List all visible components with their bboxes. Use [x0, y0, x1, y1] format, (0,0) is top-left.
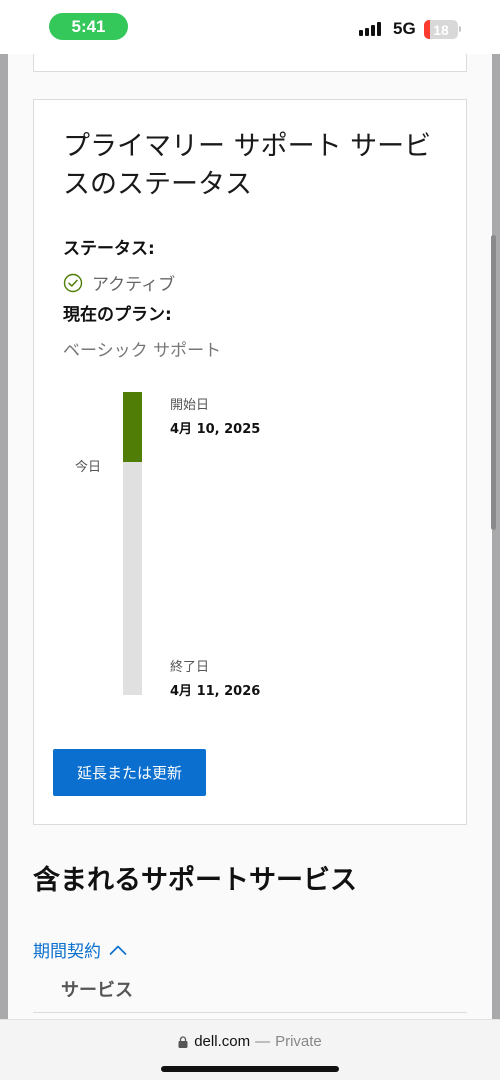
support-status-card: プライマリー サポート サービスのステータス ステータス: アクティブ 現在のプ… [33, 99, 467, 825]
term-contract-accordion[interactable]: 期間契約 [33, 937, 127, 962]
previous-card [33, 54, 467, 72]
url-domain: dell.com [194, 1033, 251, 1050]
divider [33, 1012, 467, 1013]
end-date-label: 終了日 [170, 660, 210, 675]
browser-bottom-bar[interactable]: dell.com — Private [0, 1019, 500, 1080]
today-label: 今日 [75, 460, 102, 475]
address-bar[interactable]: dell.com — Private [0, 1033, 500, 1050]
extend-or-renew-button[interactable]: 延長または更新 [53, 749, 206, 796]
plan-value: ベーシック サポート [63, 341, 222, 361]
status-value-text: アクティブ [92, 275, 176, 295]
status-label: ステータス: [63, 239, 155, 259]
status-value: アクティブ [63, 270, 175, 295]
status-bar: 5:41 5G 18 [0, 0, 500, 54]
battery-icon: 18 [424, 20, 458, 39]
included-services-title: 含まれるサポートサービス [33, 865, 357, 896]
home-indicator[interactable] [161, 1066, 339, 1072]
page-content[interactable]: プライマリー サポート サービスのステータス ステータス: アクティブ 現在のプ… [8, 54, 492, 1020]
end-date: 4月 11, 2026 [170, 684, 261, 699]
start-date: 4月 10, 2025 [170, 422, 261, 437]
check-circle-icon [63, 273, 83, 292]
battery-tip [459, 26, 461, 32]
scrollbar[interactable] [491, 235, 496, 530]
url-separator: — [255, 1033, 271, 1050]
plan-label: 現在のプラン: [63, 305, 172, 325]
card-title: プライマリー サポート サービスのステータス [63, 131, 432, 200]
battery-level: 18 [433, 21, 449, 38]
service-column-label: サービス [61, 980, 133, 1001]
timeline-track [123, 392, 142, 695]
accordion-label: 期間契約 [33, 942, 101, 962]
lock-icon [178, 1035, 188, 1048]
start-date-label: 開始日 [170, 398, 210, 413]
network-type: 5G [393, 19, 416, 38]
chevron-up-icon [109, 945, 127, 955]
status-time: 5:41 [49, 13, 128, 40]
private-mode-label: Private [275, 1033, 322, 1050]
timeline-progress [123, 392, 142, 462]
cellular-signal-icon [359, 22, 385, 36]
